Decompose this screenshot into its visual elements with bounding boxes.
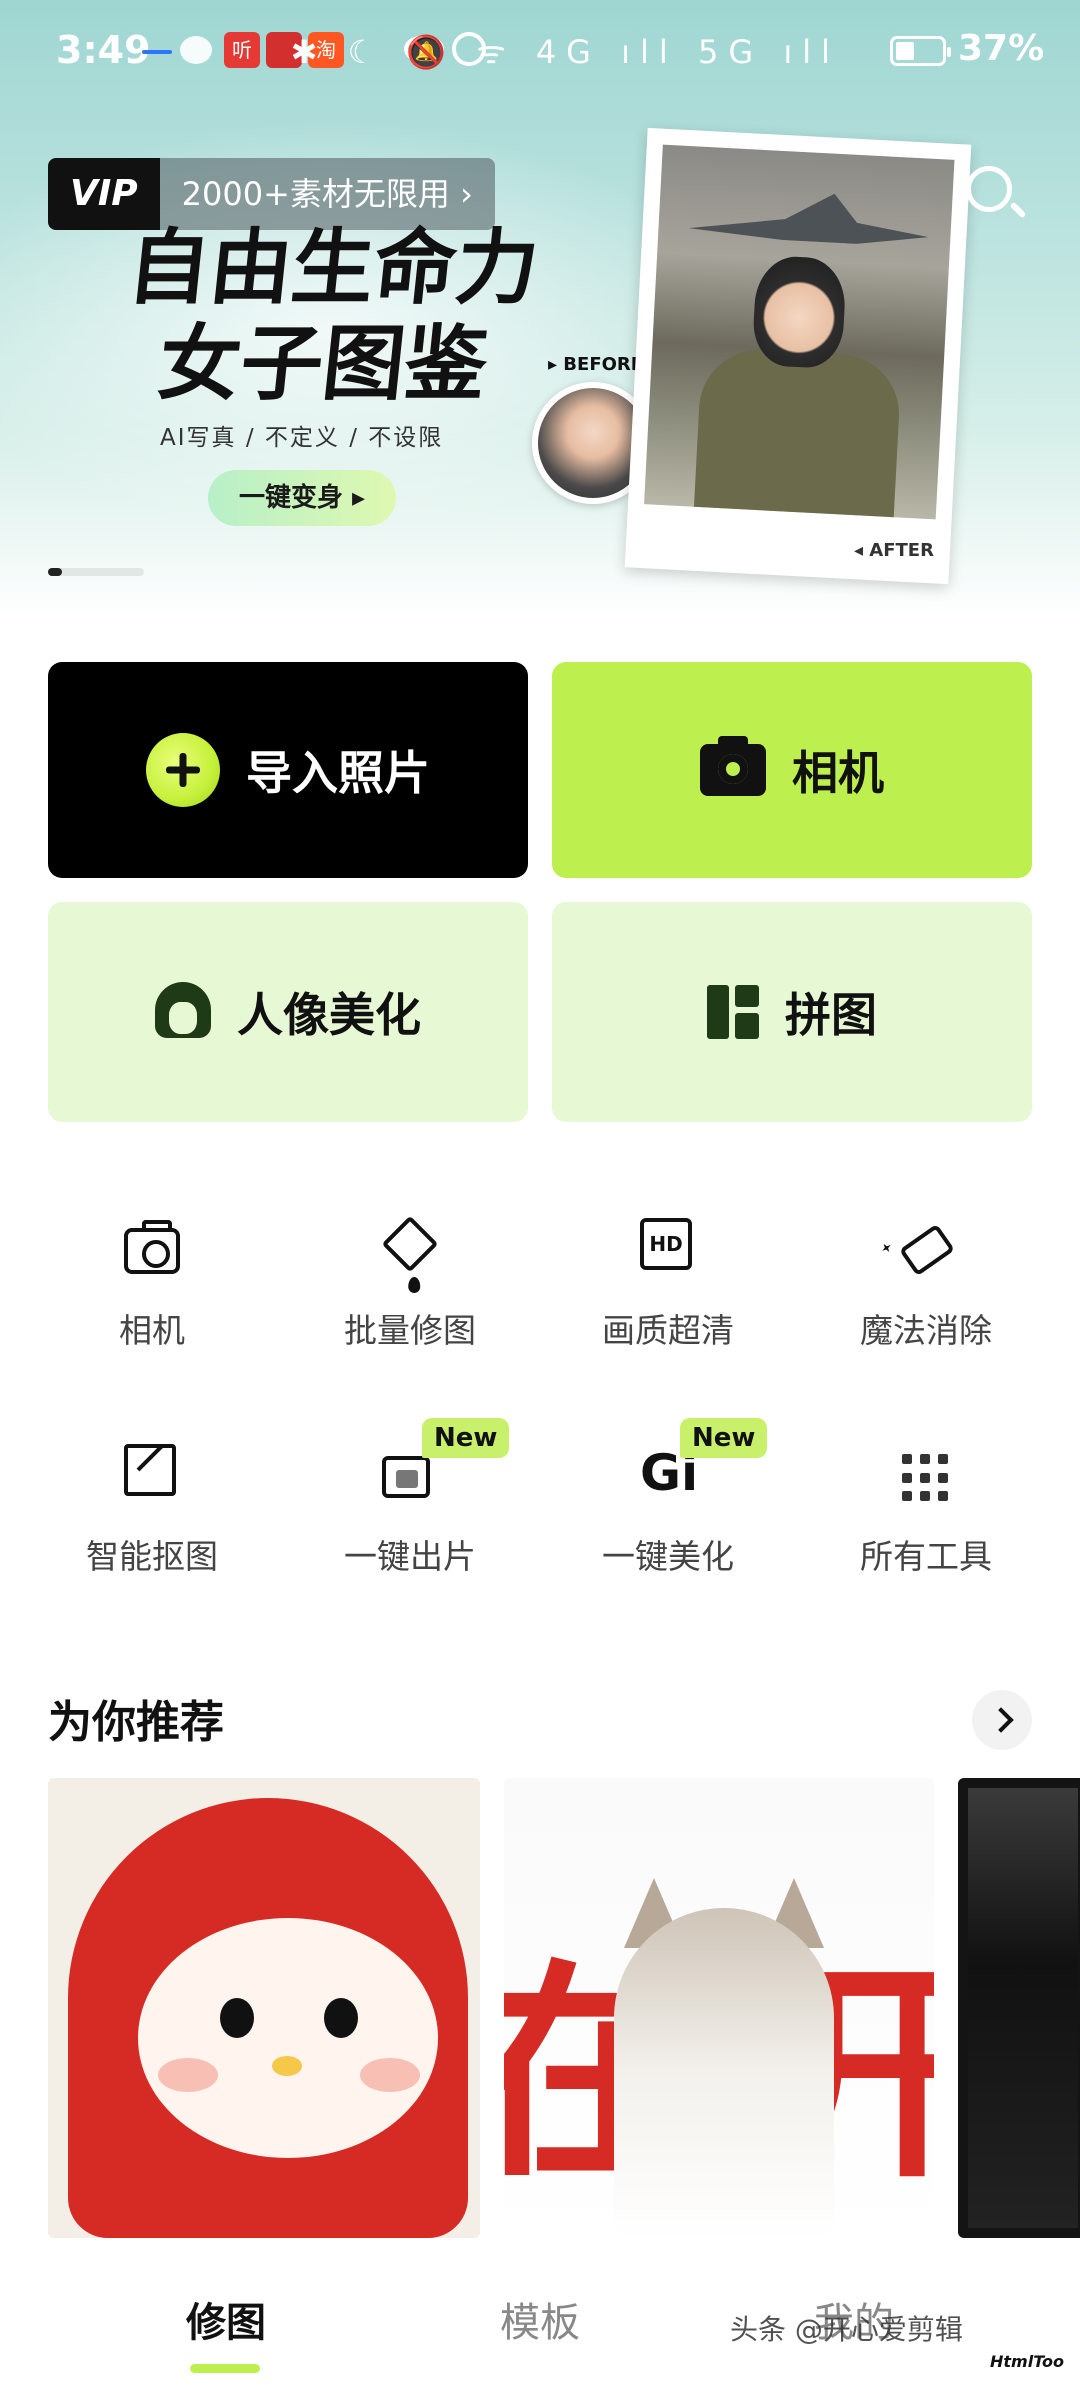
smart-cutout-icon (124, 1444, 176, 1496)
banner-title-line1: 自由生命力 (122, 220, 544, 316)
watermark-logo: HtmlToo (990, 2352, 1065, 2371)
banner-title-line2: 女子图鉴 (153, 316, 493, 412)
active-tab-indicator (190, 2364, 260, 2373)
banner-subtitle: AI写真 / 不定义 / 不设限 (160, 425, 444, 451)
before-label: ▸ BEFORE (548, 354, 644, 375)
fighter-jet-shape (687, 186, 930, 268)
pilot-body-shape (693, 346, 903, 520)
batch-edit-icon (381, 1215, 439, 1273)
tool-label: 一键美化 (602, 1537, 734, 1576)
tool-smart-cutout[interactable]: 智能抠图 (52, 1444, 252, 1594)
plus-icon (146, 733, 220, 807)
tool-label: 相机 (119, 1311, 185, 1350)
after-photo-frame (624, 127, 972, 585)
network-status-icons: ✱ ☾ 🔕 ᯤ 4G ıll 5G ıll (290, 33, 840, 71)
recommend-card[interactable] (958, 1778, 1080, 2238)
import-photo-button[interactable]: 导入照片 (48, 662, 528, 878)
chevron-right-icon[interactable] (972, 1690, 1032, 1750)
nav-tab-templates[interactable]: 模板 (450, 2290, 630, 2348)
collage-icon (707, 985, 759, 1039)
tool-camera[interactable]: 相机 (52, 1218, 252, 1368)
transform-cta-button[interactable]: 一键变身 ▸ (208, 470, 396, 526)
all-tools-grid-icon (902, 1454, 950, 1502)
tool-batch-edit[interactable]: 批量修图 (310, 1215, 510, 1368)
one-click-photo-icon (382, 1456, 430, 1498)
battery-percent: 37% (958, 28, 1045, 69)
cat-shape (614, 1908, 834, 2238)
camera-label: 相机 (792, 746, 884, 800)
collage-button[interactable]: 拼图 (552, 902, 1032, 1122)
tool-magic-eraser[interactable]: 魔法消除 (826, 1218, 1026, 1368)
call-indicator (142, 50, 172, 54)
camera-icon (700, 736, 766, 796)
ting-app-icon: 听 (224, 32, 260, 68)
collage-label: 拼图 (785, 988, 877, 1042)
tool-label: 批量修图 (344, 1311, 476, 1350)
hd-icon: HD (640, 1218, 692, 1270)
wechat-icon (180, 36, 212, 64)
watermark-text: 头条 @开心爱剪辑 (730, 2313, 963, 2346)
camera-button[interactable]: 相机 (552, 662, 1032, 878)
tool-label: 魔法消除 (860, 1311, 992, 1350)
tool-label: 画质超清 (602, 1311, 734, 1350)
camera-icon (124, 1220, 180, 1274)
after-label: ◂ AFTER (854, 540, 934, 561)
tool-one-click-photo[interactable]: New 一键出片 (310, 1418, 510, 1594)
tool-label: 一键出片 (344, 1537, 476, 1576)
tool-hd-enhance[interactable]: HD 画质超清 (568, 1218, 768, 1368)
status-bar: 3:49 听 淘 ✱ ☾ 🔕 ᯤ 4G ıll 5G ıll 37% (0, 0, 1080, 100)
recommend-card[interactable] (48, 1778, 480, 2238)
battery-icon (890, 36, 951, 66)
bottom-navigation: 修图 模板 我的 头条 @开心爱剪辑 HtmlToo (0, 2250, 1080, 2388)
recommend-card[interactable]: 在 开 (504, 1778, 934, 2238)
hero-banner[interactable]: 3:49 听 淘 ✱ ☾ 🔕 ᯤ 4G ıll 5G ıll 37% VIP 2… (0, 0, 1080, 620)
tool-one-click-beauty[interactable]: Gi New 一键美化 (568, 1418, 768, 1594)
after-photo-image (644, 144, 955, 520)
carousel-indicator (48, 568, 144, 576)
banner-title: 自由生命力 女子图鉴 (108, 220, 548, 412)
helmet-shape (68, 1798, 468, 2238)
magic-eraser-icon (898, 1223, 956, 1277)
tool-label: 所有工具 (860, 1537, 992, 1576)
search-icon[interactable] (966, 166, 1012, 212)
pilot-head-shape (751, 254, 848, 370)
portrait-icon (155, 982, 211, 1042)
new-badge: New (422, 1418, 510, 1458)
nav-tab-edit[interactable]: 修图 (136, 2290, 316, 2348)
portrait-beauty-label: 人像美化 (237, 988, 421, 1042)
carousel-indicator-active (48, 568, 62, 576)
recommend-section-title: 为你推荐 (48, 1697, 224, 1748)
import-photo-label: 导入照片 (246, 746, 430, 800)
new-badge: New (680, 1418, 768, 1458)
tool-all-tools[interactable]: 所有工具 (826, 1444, 1026, 1594)
status-time: 3:49 (56, 28, 151, 72)
tool-label: 智能抠图 (86, 1537, 218, 1576)
face-shape (138, 1918, 438, 2158)
portrait-beauty-button[interactable]: 人像美化 (48, 902, 528, 1122)
